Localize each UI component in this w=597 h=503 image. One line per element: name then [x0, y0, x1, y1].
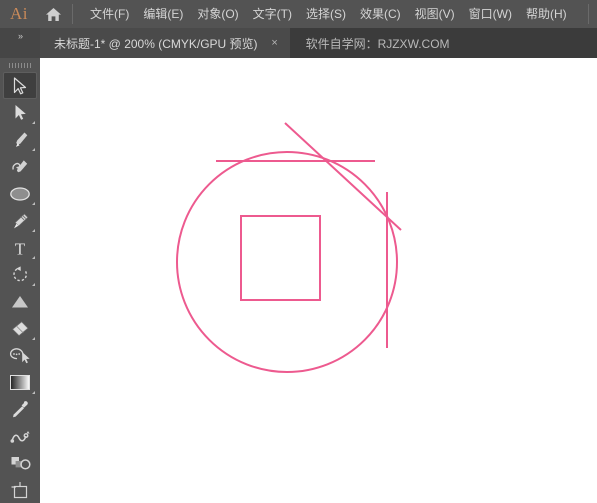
- paintbrush-icon: [11, 212, 30, 230]
- illustrator-window: Ai 文件(F) 编辑(E) 对象(O) 文字(T) 选择(S) 效果(C) 视…: [0, 0, 597, 503]
- artwork-square[interactable]: [240, 215, 321, 301]
- ellipse-icon: [9, 186, 31, 202]
- tools-panel: T: [0, 58, 40, 503]
- menu-type[interactable]: 文字(T): [246, 0, 299, 28]
- symbol-sprayer-tool[interactable]: [3, 450, 37, 477]
- arrow-outline-icon: [13, 76, 27, 95]
- paintbrush-tool[interactable]: [3, 207, 37, 234]
- ai-logo-icon: Ai: [10, 4, 28, 23]
- menubar-divider: [72, 4, 73, 24]
- curvature-icon: [11, 158, 30, 176]
- menu-select[interactable]: 选择(S): [299, 0, 353, 28]
- toolbar-grip[interactable]: [0, 58, 40, 72]
- gradient-icon: [9, 374, 31, 391]
- blend-icon: [10, 428, 31, 445]
- eyedropper-icon: [11, 400, 30, 419]
- eyedropper-tool[interactable]: [3, 396, 37, 423]
- menu-window[interactable]: 窗口(W): [462, 0, 519, 28]
- rotate-icon: [11, 265, 30, 284]
- menubar-right-divider: [588, 4, 589, 24]
- artboard-canvas[interactable]: [40, 58, 597, 503]
- shape-builder-icon: [10, 294, 30, 310]
- menu-object[interactable]: 对象(O): [190, 0, 245, 28]
- flyout-corner-icon: [32, 202, 35, 205]
- document-tab-label: 未标题-1* @ 200% (CMYK/GPU 预览): [54, 36, 258, 51]
- home-icon[interactable]: [38, 0, 68, 28]
- pen-icon: [12, 131, 29, 149]
- type-tool[interactable]: T: [3, 234, 37, 261]
- rotate-tool[interactable]: [3, 261, 37, 288]
- svg-text:T: T: [15, 239, 26, 257]
- curvature-tool[interactable]: [3, 153, 37, 180]
- selection-tool[interactable]: [3, 72, 37, 99]
- flyout-corner-icon: [32, 148, 35, 151]
- flyout-corner-icon: [32, 283, 35, 286]
- menu-items: 文件(F) 编辑(E) 对象(O) 文字(T) 选择(S) 效果(C) 视图(V…: [83, 0, 574, 28]
- pen-tool[interactable]: [3, 126, 37, 153]
- artboard-tool[interactable]: [3, 477, 37, 503]
- blend-tool[interactable]: [3, 423, 37, 450]
- eraser-icon: [10, 320, 30, 338]
- flyout-corner-icon: [32, 256, 35, 259]
- flyout-corner-icon: [32, 337, 35, 340]
- menu-bar: Ai 文件(F) 编辑(E) 对象(O) 文字(T) 选择(S) 效果(C) 视…: [0, 0, 597, 28]
- shape-builder-tool[interactable]: [3, 288, 37, 315]
- arrow-solid-icon: [14, 104, 27, 121]
- eraser-tool[interactable]: [3, 315, 37, 342]
- menu-file[interactable]: 文件(F): [83, 0, 136, 28]
- direct-selection-tool[interactable]: [3, 99, 37, 126]
- type-t-icon: T: [12, 239, 28, 257]
- panel-collapse-button[interactable]: »: [0, 28, 40, 58]
- flyout-corner-icon: [32, 229, 35, 232]
- document-tab[interactable]: 未标题-1* @ 200% (CMYK/GPU 预览) ×: [40, 28, 290, 58]
- flyout-corner-icon: [32, 391, 35, 394]
- menu-edit[interactable]: 编辑(E): [136, 0, 190, 28]
- menu-effect[interactable]: 效果(C): [353, 0, 408, 28]
- grip-dots-icon: [9, 62, 31, 68]
- ellipse-tool[interactable]: [3, 180, 37, 207]
- menu-help[interactable]: 帮助(H): [519, 0, 574, 28]
- artwork-circle[interactable]: [176, 151, 398, 373]
- lasso-tool[interactable]: [3, 342, 37, 369]
- document-tab-bar: » 未标题-1* @ 200% (CMYK/GPU 预览) × 软件自学网：RJ…: [0, 28, 597, 58]
- menu-view[interactable]: 视图(V): [408, 0, 462, 28]
- watermark-label: 软件自学网：RJZXW.COM: [289, 28, 458, 58]
- artwork-diagonal-line[interactable]: [284, 122, 402, 231]
- symbol-sprayer-icon: [10, 455, 31, 472]
- artboard-icon: [10, 481, 30, 500]
- artwork-svg: [176, 122, 402, 373]
- lasso-icon: [9, 347, 31, 364]
- chevron-double-right-icon: »: [17, 31, 23, 41]
- close-icon[interactable]: ×: [268, 36, 282, 50]
- gradient-tool[interactable]: [3, 369, 37, 396]
- flyout-corner-icon: [32, 121, 35, 124]
